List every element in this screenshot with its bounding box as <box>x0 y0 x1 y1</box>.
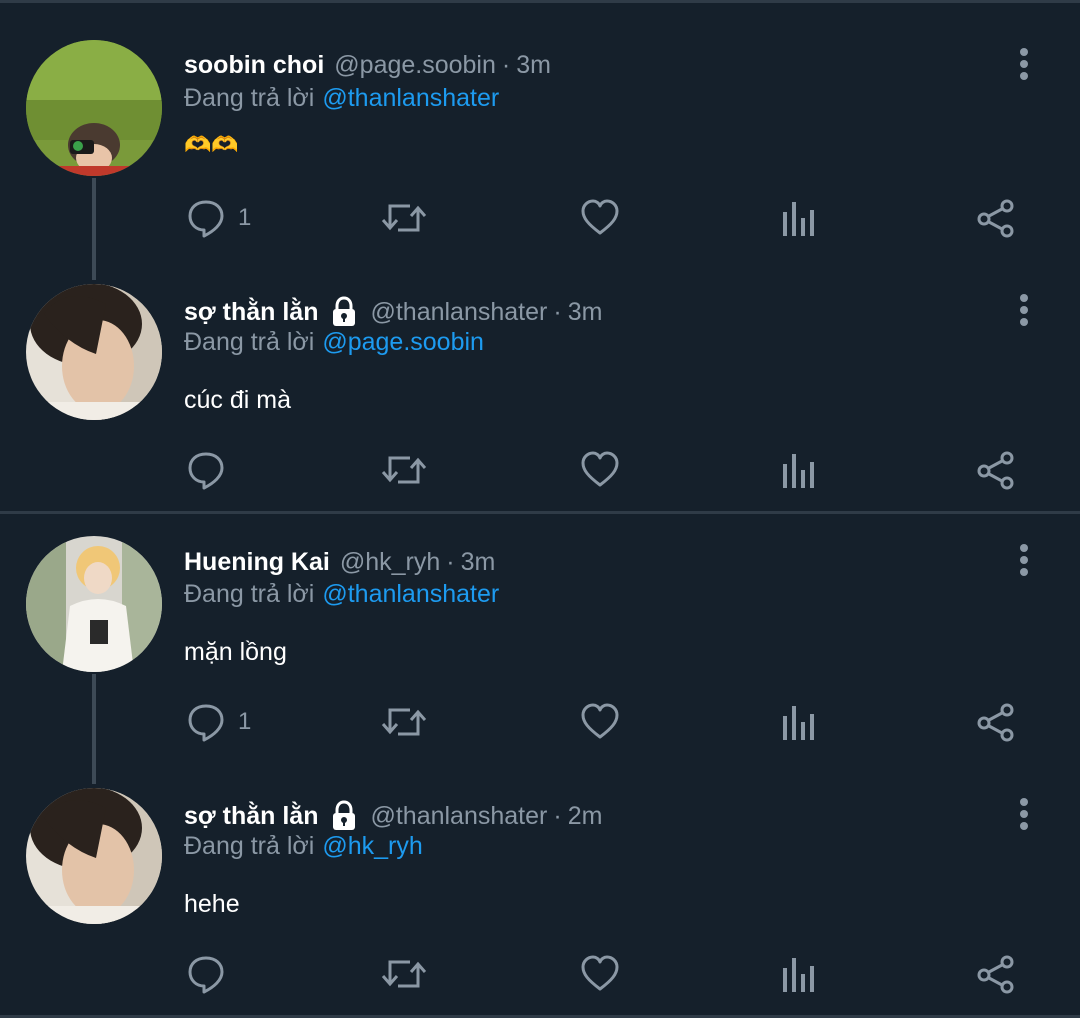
tweet-text: 🫶🫶 <box>184 130 239 159</box>
views-button[interactable] <box>780 952 816 996</box>
replying-prefix: Đang trả lời <box>184 580 315 608</box>
replying-prefix: Đang trả lời <box>184 328 315 356</box>
user-handle[interactable]: @thanlanshater <box>370 298 547 327</box>
tweet-text: cúc đi mà <box>184 386 291 414</box>
like-button[interactable] <box>580 448 620 492</box>
heart-icon <box>581 451 619 487</box>
share-icon <box>977 451 1014 490</box>
retweet-button[interactable] <box>380 952 428 996</box>
more-vertical-icon[interactable] <box>1012 292 1036 328</box>
display-name[interactable]: Huening Kai <box>184 548 330 577</box>
reply-button[interactable]: 1 <box>186 196 251 240</box>
replying-prefix: Đang trả lời <box>184 832 315 860</box>
tweet[interactable]: Huening Kai @hk_ryh · 3m Đang trả lời @th… <box>0 514 1080 784</box>
avatar[interactable] <box>26 40 162 176</box>
retweet-icon <box>381 708 427 736</box>
more-vertical-icon[interactable] <box>1012 46 1036 82</box>
replying-prefix: Đang trả lời <box>184 84 315 112</box>
retweet-icon <box>381 456 427 484</box>
action-bar: 1 <box>0 196 1080 240</box>
mention-link[interactable]: @thanlanshater <box>322 84 499 112</box>
tweet-header: sợ thằn lằn @thanlanshater · 2m <box>184 798 602 834</box>
like-button[interactable] <box>580 700 620 744</box>
reply-icon <box>188 452 224 490</box>
like-button[interactable] <box>580 196 620 240</box>
mention-link[interactable]: @thanlanshater <box>322 580 499 608</box>
share-button[interactable] <box>976 448 1016 492</box>
retweet-button[interactable] <box>380 196 428 240</box>
share-icon <box>977 199 1014 238</box>
timestamp[interactable]: 3m <box>568 298 603 327</box>
reply-button[interactable] <box>186 448 238 492</box>
share-icon <box>977 703 1014 742</box>
timestamp[interactable]: 3m <box>516 51 551 80</box>
reply-button[interactable] <box>186 952 238 996</box>
more-vertical-icon[interactable] <box>1012 796 1036 832</box>
lock-icon <box>333 800 356 830</box>
action-bar <box>0 448 1080 492</box>
share-button[interactable] <box>976 952 1016 996</box>
display-name[interactable]: sợ thằn lằn <box>184 298 318 327</box>
replying-to: Đang trả lời @hk_ryh <box>184 832 423 866</box>
retweet-button[interactable] <box>380 700 428 744</box>
tweet-text: hehe <box>184 890 240 918</box>
views-button[interactable] <box>780 700 816 744</box>
like-button[interactable] <box>580 952 620 996</box>
reply-icon <box>188 956 224 994</box>
views-button[interactable] <box>780 196 816 240</box>
separator: · <box>446 547 455 576</box>
tweet-header: sợ thằn lằn @thanlanshater · 3m <box>184 294 602 330</box>
avatar[interactable] <box>26 788 162 924</box>
tweet[interactable]: soobin choi @page.soobin · 3m Đang trả l… <box>0 0 1080 280</box>
mention-link[interactable]: @hk_ryh <box>322 832 422 860</box>
reply-icon <box>188 200 224 238</box>
action-bar <box>0 952 1080 996</box>
reply-count: 1 <box>238 708 252 735</box>
retweet-button[interactable] <box>380 448 428 492</box>
analytics-icon <box>783 202 814 236</box>
tweet-header: Huening Kai @hk_ryh · 3m <box>184 544 495 580</box>
separator: · <box>553 297 562 326</box>
replying-to: Đang trả lời @thanlanshater <box>184 84 499 118</box>
retweet-icon <box>381 204 427 232</box>
tweet-text-content: 🫶🫶 <box>184 132 239 157</box>
retweet-icon <box>381 960 427 988</box>
reply-count: 1 <box>238 204 252 231</box>
mention-link[interactable]: @page.soobin <box>322 328 484 356</box>
reply-button[interactable]: 1 <box>186 700 251 744</box>
user-handle[interactable]: @thanlanshater <box>370 802 547 831</box>
display-name[interactable]: sợ thằn lằn <box>184 802 318 831</box>
user-handle[interactable]: @hk_ryh <box>340 548 440 577</box>
separator: · <box>501 50 511 79</box>
heart-icon <box>581 955 619 991</box>
tweet-text: mặn lồng <box>184 638 287 666</box>
heart-icon <box>581 703 619 739</box>
lock-icon <box>333 296 356 326</box>
avatar[interactable] <box>26 536 162 672</box>
tweet[interactable]: sợ thằn lằn @thanlanshater · 2m Đang trả… <box>0 766 1080 1018</box>
user-handle[interactable]: @page.soobin <box>334 51 496 80</box>
share-button[interactable] <box>976 196 1016 240</box>
analytics-icon <box>783 958 814 992</box>
replying-to: Đang trả lời @thanlanshater <box>184 580 499 614</box>
action-bar: 1 <box>0 700 1080 744</box>
tweet[interactable]: sợ thằn lằn @thanlanshater · 3m Đang trả… <box>0 252 1080 504</box>
avatar[interactable] <box>26 284 162 420</box>
analytics-icon <box>783 706 814 740</box>
heart-icon <box>581 199 619 235</box>
display-name[interactable]: soobin choi <box>184 51 324 80</box>
replying-to: Đang trả lời @page.soobin <box>184 328 484 362</box>
analytics-icon <box>783 454 814 488</box>
timestamp[interactable]: 3m <box>461 548 496 577</box>
tweet-header: soobin choi @page.soobin · 3m <box>184 47 551 83</box>
separator: · <box>553 801 562 830</box>
reply-icon <box>188 704 224 742</box>
share-icon <box>977 955 1014 994</box>
timestamp[interactable]: 2m <box>568 802 603 831</box>
share-button[interactable] <box>976 700 1016 744</box>
more-vertical-icon[interactable] <box>1012 542 1036 578</box>
views-button[interactable] <box>780 448 816 492</box>
